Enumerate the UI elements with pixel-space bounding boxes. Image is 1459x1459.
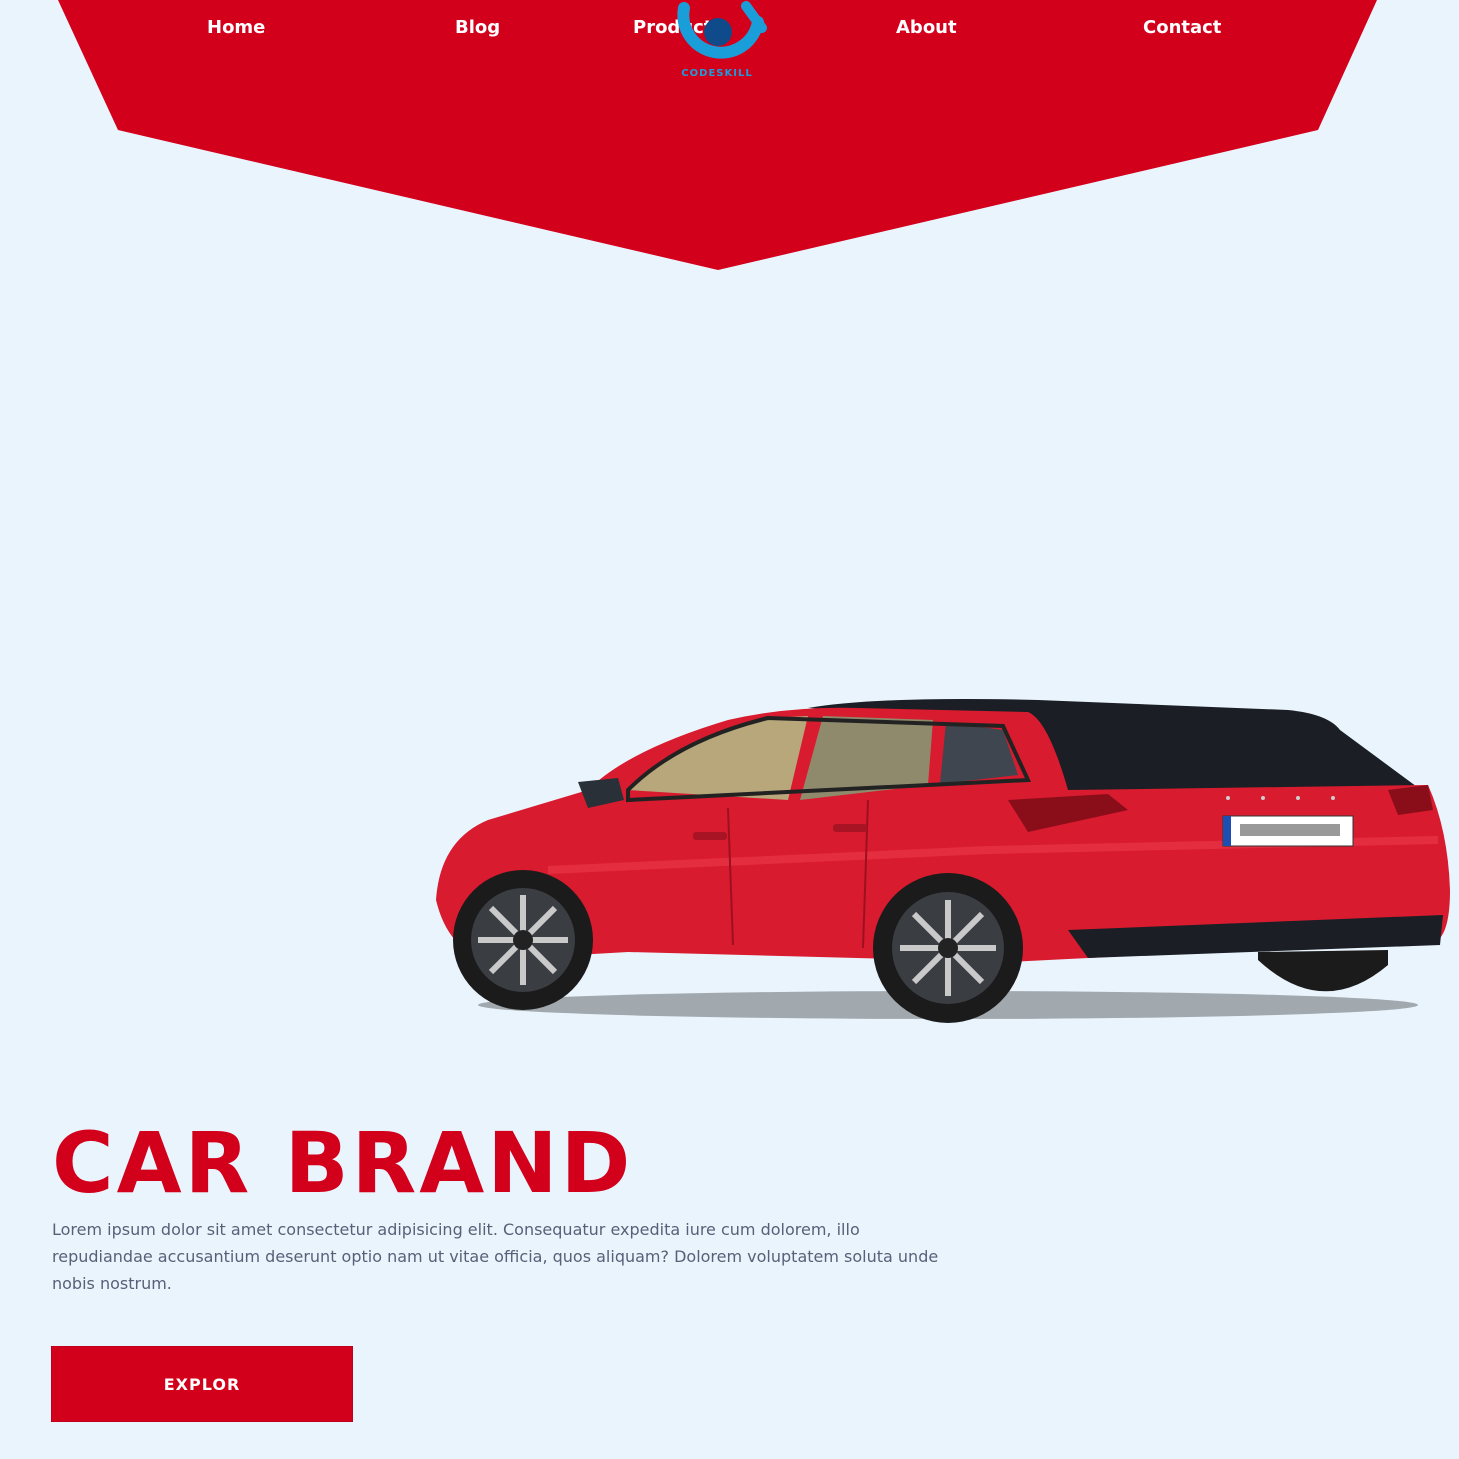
nav-link-blog[interactable]: Blog [455,14,500,42]
hero-description: Lorem ipsum dolor sit amet consectetur a… [52,1220,939,1293]
nav-link-home[interactable]: Home [207,14,265,42]
nav-link-about[interactable]: About [896,14,957,42]
explore-button[interactable]: EXPLOR [51,1346,353,1422]
logo-text: CODESKILL [681,68,753,79]
brand-logo[interactable]: CODESKILL [662,0,772,90]
logo-mark-icon [677,1,767,59]
hero-headline: CAR BRAND [52,1114,634,1212]
nav-link-contact[interactable]: Contact [1143,14,1221,42]
car-image [436,699,1450,1023]
